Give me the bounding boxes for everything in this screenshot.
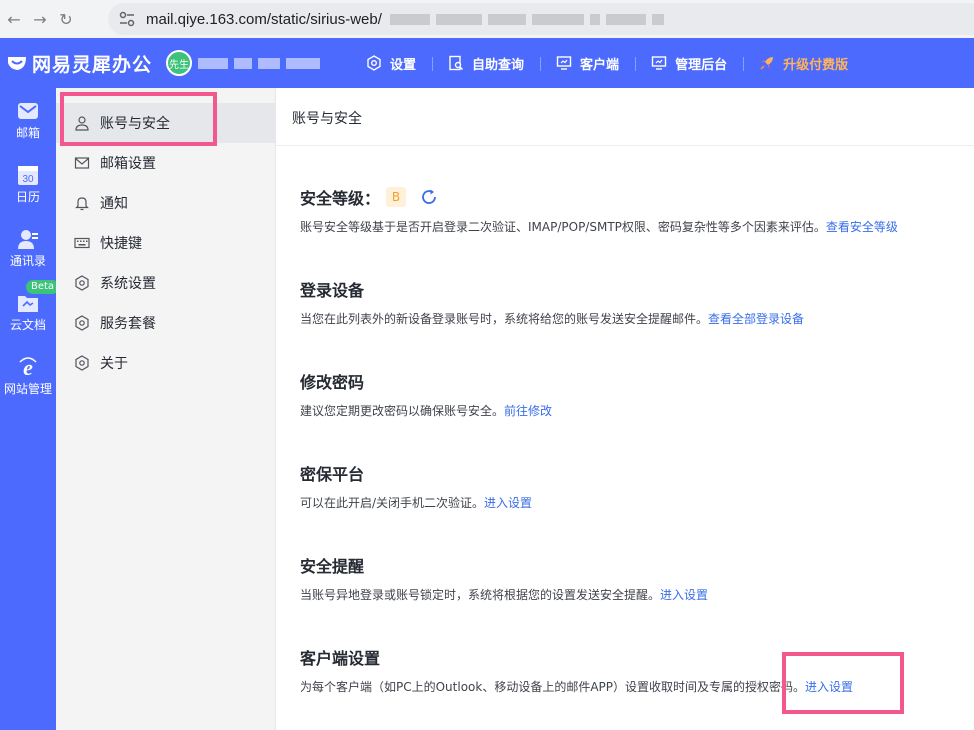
avatar[interactable]: 先生 (166, 50, 193, 76)
top-menu-settings[interactable]: 设置 (350, 54, 432, 73)
top-menu-admin[interactable]: 管理后台 (635, 54, 743, 73)
cloud-doc-icon (18, 296, 38, 312)
hexagon-gear-icon (75, 275, 89, 291)
page-title: 账号与安全 (276, 88, 974, 146)
section-security-platform: 密保平台 可以在此开启/关闭手机二次验证。进入设置 (300, 462, 532, 511)
section-desc: 为每个客户端（如PC上的Outlook、移动设备上的邮件APP）设置收取时间及专… (300, 680, 806, 694)
subnav-item-shortcuts[interactable]: 快捷键 (56, 223, 276, 263)
security-grade-badge: B (386, 187, 407, 207)
view-security-level-link[interactable]: 查看安全等级 (826, 220, 898, 234)
section-title: 客户端设置 (300, 649, 381, 668)
section-change-password: 修改密码 建议您定期更改密码以确保账号安全。前往修改 (300, 370, 552, 419)
subnav-item-mailbox-settings[interactable]: 邮箱设置 (56, 143, 276, 183)
top-menu: 设置 自助查询 客户端 管理后台 升级付费版 (350, 54, 864, 73)
refresh-icon[interactable] (420, 188, 438, 206)
rail-item-calendar[interactable]: 30 日历 (0, 164, 56, 205)
svg-text:30: 30 (22, 174, 34, 185)
section-title: 登录设备 (300, 281, 365, 300)
site-settings-icon[interactable] (118, 11, 136, 27)
subnav-item-about[interactable]: 关于 (56, 343, 276, 383)
url-text: mail.qiye.163.com/static/sirius-web/ (146, 10, 382, 28)
subnav-item-system-settings[interactable]: 系统设置 (56, 263, 276, 303)
back-arrow-icon[interactable]: ← (4, 9, 24, 29)
rail-item-site-admin[interactable]: e 网站管理 (0, 356, 56, 397)
section-desc: 账号安全等级基于是否开启登录二次验证、IMAP/POP/SMTP权限、密码复杂性… (300, 220, 826, 234)
section-desc: 当您在此列表外的新设备登录账号时，系统将给您的账号发送安全提醒邮件。 (300, 312, 709, 326)
top-menu-client[interactable]: 客户端 (540, 54, 635, 73)
keyboard-icon (74, 237, 90, 249)
rail-item-contacts[interactable]: 通讯录 (0, 228, 56, 269)
main-content: 账号与安全 安全等级： B 账号安全等级基于是否开启登录二次验证、IMAP/PO… (276, 88, 974, 730)
calendar-icon: 30 (18, 166, 38, 185)
highlight-box (60, 92, 217, 146)
logo-text: 网易灵犀办公 (32, 53, 153, 76)
monitor-icon (556, 56, 572, 70)
section-desc: 当账号异地登录或账号锁定时，系统将根据您的设置发送安全提醒。 (300, 588, 661, 602)
section-desc: 可以在此开启/关闭手机二次验证。 (300, 496, 485, 510)
rail-item-mail[interactable]: 邮箱 (0, 100, 56, 141)
rocket-icon (760, 57, 774, 70)
section-security-alerts: 安全提醒 当账号异地登录或账号锁定时，系统将根据您的设置发送安全提醒。进入设置 (300, 554, 708, 603)
section-title: 修改密码 (300, 373, 365, 392)
subnav-item-service-plan[interactable]: 服务套餐 (56, 303, 276, 343)
browser-toolbar: ← → ↻ mail.qiye.163.com/static/sirius-we… (0, 0, 974, 38)
subnav-item-notifications[interactable]: 通知 (56, 183, 276, 223)
enter-settings-link[interactable]: 进入设置 (660, 588, 708, 602)
address-bar[interactable]: mail.qiye.163.com/static/sirius-web/ (108, 3, 974, 35)
view-all-devices-link[interactable]: 查看全部登录设备 (708, 312, 804, 326)
settings-sidebar: 账号与安全 邮箱设置 通知 快捷键 系统设置 服务套餐 关于 (56, 88, 276, 730)
contacts-icon (18, 230, 38, 249)
beta-badge: Beta (26, 280, 60, 294)
section-client-settings: 客户端设置 为每个客户端（如PC上的Outlook、移动设备上的邮件APP）设置… (300, 646, 853, 695)
enter-settings-link[interactable]: 进入设置 (484, 496, 532, 510)
reload-icon[interactable]: ↻ (56, 9, 76, 29)
redacted-user-name (198, 57, 321, 69)
top-menu-upgrade[interactable]: 升级付费版 (743, 54, 864, 73)
highlight-box (782, 652, 904, 714)
logo-mark-icon (8, 57, 26, 70)
envelope-icon (74, 157, 90, 169)
hexagon-gear-icon (75, 355, 89, 371)
go-change-password-link[interactable]: 前往修改 (504, 404, 552, 418)
app-header: 网易灵犀办公 先生 设置 自助查询 客户端 管理后台 升级付费版 (0, 38, 974, 88)
redacted-url (389, 13, 664, 25)
section-title: 安全提醒 (300, 557, 365, 576)
logo[interactable]: 网易灵犀办公 (6, 50, 152, 77)
ie-icon: e (19, 356, 37, 378)
mail-icon (18, 103, 38, 119)
rail-item-cloud-doc[interactable]: Beta 云文档 (0, 280, 60, 333)
section-title: 密保平台 (300, 465, 365, 484)
search-doc-icon (449, 55, 464, 71)
section-title: 安全等级： (300, 189, 381, 208)
section-login-devices: 登录设备 当您在此列表外的新设备登录账号时，系统将给您的账号发送安全提醒邮件。查… (300, 278, 804, 327)
monitor-icon (651, 56, 667, 70)
section-security-level: 安全等级： B 账号安全等级基于是否开启登录二次验证、IMAP/POP/SMTP… (300, 186, 898, 235)
forward-arrow-icon[interactable]: → (30, 9, 50, 29)
gear-icon (367, 55, 381, 71)
top-menu-self-query[interactable]: 自助查询 (432, 54, 540, 73)
section-desc: 建议您定期更改密码以确保账号安全。 (300, 404, 505, 418)
app-rail: 邮箱 30 日历 通讯录 Beta 云文档 e 网站管理 (0, 88, 60, 730)
hexagon-gear-icon (75, 315, 89, 331)
bell-icon (75, 197, 89, 211)
